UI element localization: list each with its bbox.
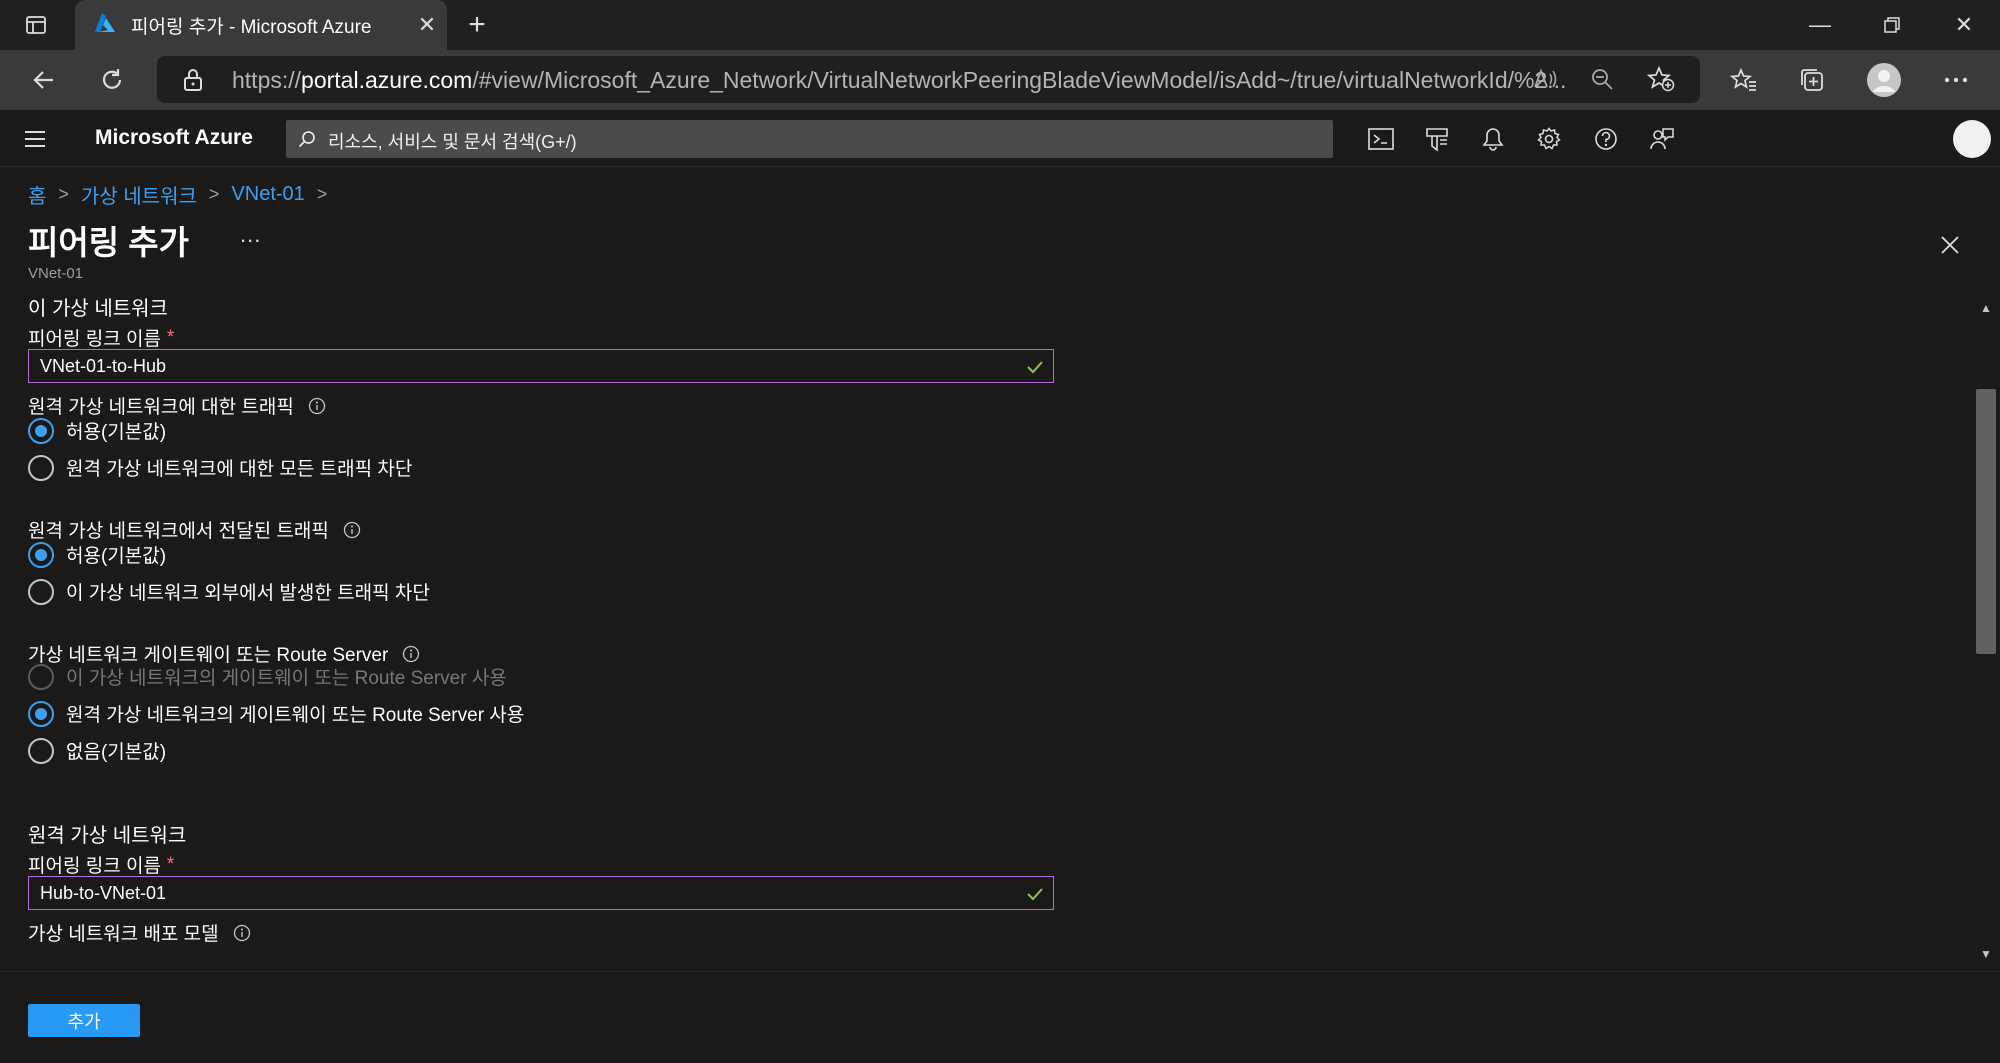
radio-selected[interactable] — [28, 700, 54, 727]
chevron-right-icon: > — [58, 184, 69, 204]
azure-logo-icon — [93, 12, 117, 39]
page-title: 피어링 추가 — [28, 224, 189, 261]
zoom-out-icon[interactable] — [1590, 67, 1614, 96]
browser-tab-active[interactable]: 피어링 추가 - Microsoft Azure ✕ — [75, 0, 447, 50]
azure-brand[interactable]: Microsoft Azure — [95, 126, 253, 150]
valid-check-icon — [1025, 357, 1045, 377]
global-search-input[interactable]: 리소스, 서비스 및 문서 검색(G+/) — [286, 120, 1333, 158]
forwarded-traffic-allow-option[interactable]: 허용(기본값) — [28, 541, 166, 568]
restore-icon[interactable] — [1856, 0, 1928, 50]
local-network-section-title: 이 가상 네트워크 — [28, 298, 168, 320]
back-icon[interactable] — [24, 60, 64, 100]
radio-selected[interactable] — [28, 417, 54, 444]
profile-avatar-icon[interactable] — [1864, 60, 1904, 100]
radio-unselected[interactable] — [28, 737, 54, 764]
remote-link-name-label: 피어링 링크 이름 * — [28, 853, 175, 878]
account-avatar[interactable] — [1953, 120, 1991, 158]
tab-actions-icon[interactable] — [0, 0, 72, 50]
scroll-thumb[interactable] — [1976, 389, 1996, 654]
close-tab-icon[interactable]: ✕ — [407, 12, 447, 38]
azure-top-bar: Microsoft Azure 리소스, 서비스 및 문서 검색(G+/) — [0, 110, 2000, 167]
cloud-shell-icon[interactable] — [1361, 119, 1401, 159]
breadcrumb-home[interactable]: 홈 — [28, 180, 46, 209]
close-blade-icon[interactable] — [1930, 225, 1970, 265]
radio-disabled — [28, 663, 54, 690]
deployment-model-label: 가상 네트워크 배포 모델 — [28, 919, 251, 946]
radio-selected[interactable] — [28, 541, 54, 568]
add-favorite-icon[interactable] — [1646, 65, 1675, 97]
breadcrumb-virtual-networks[interactable]: 가상 네트워크 — [81, 180, 197, 209]
local-link-name-input[interactable] — [28, 349, 1054, 383]
local-link-name-field[interactable] — [40, 356, 1000, 377]
remote-network-section-title: 원격 가상 네트워크 — [28, 825, 187, 847]
browser-tab-strip: 피어링 추가 - Microsoft Azure ✕ + — ✕ — [0, 0, 2000, 50]
scroll-up-icon[interactable]: ▲ — [1979, 301, 1993, 315]
search-icon — [298, 130, 316, 153]
chevron-right-icon: > — [316, 184, 328, 204]
gateway-use-local-option: 이 가상 네트워크의 게이트웨이 또는 Route Server 사용 — [28, 663, 507, 690]
add-button[interactable]: 추가 — [28, 1004, 140, 1037]
portal-menu-icon[interactable] — [15, 119, 55, 159]
breadcrumb-vnet[interactable]: VNet-01 — [231, 183, 304, 206]
page-subtitle: VNet-01 — [28, 265, 84, 282]
gateway-none-option[interactable]: 없음(기본값) — [28, 737, 166, 764]
form-scrollbar[interactable]: ▲ ▼ — [1972, 297, 2000, 965]
traffic-to-remote-label: 원격 가상 네트워크에 대한 트래픽 — [28, 392, 326, 419]
forwarded-traffic-label: 원격 가상 네트워크에서 전달된 트래픽 — [28, 516, 361, 543]
radio-unselected[interactable] — [28, 578, 54, 605]
traffic-to-remote-block-option[interactable]: 원격 가상 네트워크에 대한 모든 트래픽 차단 — [28, 454, 412, 481]
favorites-icon[interactable] — [1724, 60, 1764, 100]
search-placeholder: 리소스, 서비스 및 문서 검색(G+/) — [328, 132, 577, 152]
blade-content: 홈 > 가상 네트워크 > VNet-01 > 피어링 추가 ... VNet-… — [0, 167, 2000, 1063]
remote-link-name-field[interactable] — [40, 883, 1000, 904]
chevron-right-icon: > — [208, 184, 220, 204]
settings-gear-icon[interactable] — [1529, 119, 1569, 159]
more-actions-button[interactable]: ... — [240, 222, 261, 248]
collections-icon[interactable] — [1792, 60, 1832, 100]
info-icon[interactable] — [402, 645, 420, 663]
traffic-to-remote-allow-option[interactable]: 허용(기본값) — [28, 417, 166, 444]
gateway-use-remote-option[interactable]: 원격 가상 네트워크의 게이트웨이 또는 Route Server 사용 — [28, 700, 524, 727]
minimize-icon[interactable]: — — [1784, 0, 1856, 50]
blade-footer: 추가 — [0, 971, 2000, 1063]
help-icon[interactable] — [1586, 119, 1626, 159]
browser-tab-title: 피어링 추가 - Microsoft Azure — [131, 16, 372, 38]
lock-icon[interactable] — [183, 68, 203, 97]
directory-filter-icon[interactable] — [1417, 119, 1457, 159]
forwarded-traffic-block-option[interactable]: 이 가상 네트워크 외부에서 발생한 트래픽 차단 — [28, 578, 430, 605]
info-icon[interactable] — [308, 397, 326, 415]
read-aloud-icon[interactable] — [1533, 67, 1559, 96]
info-icon[interactable] — [343, 521, 361, 539]
feedback-icon[interactable] — [1642, 119, 1682, 159]
radio-unselected[interactable] — [28, 454, 54, 481]
close-window-icon[interactable]: ✕ — [1928, 0, 2000, 50]
more-options-icon[interactable] — [1936, 60, 1976, 100]
breadcrumb: 홈 > 가상 네트워크 > VNet-01 > — [28, 180, 339, 209]
remote-link-name-input[interactable] — [28, 876, 1054, 910]
new-tab-icon[interactable]: + — [458, 6, 496, 44]
url-text[interactable]: https://portal.azure.com/#view/Microsoft… — [232, 67, 1672, 94]
valid-check-icon — [1025, 884, 1045, 904]
refresh-icon[interactable] — [92, 60, 132, 100]
notifications-bell-icon[interactable] — [1473, 119, 1513, 159]
browser-toolbar: https://portal.azure.com/#view/Microsoft… — [0, 50, 2000, 110]
info-icon[interactable] — [233, 924, 251, 942]
address-bar[interactable]: https://portal.azure.com/#view/Microsoft… — [157, 56, 1700, 103]
peering-form: 이 가상 네트워크 피어링 링크 이름* 원격 가상 네트워크에 대한 트래픽 … — [0, 292, 1970, 967]
scroll-down-icon[interactable]: ▼ — [1979, 947, 1993, 961]
local-link-name-label: 피어링 링크 이름 * — [28, 326, 175, 351]
